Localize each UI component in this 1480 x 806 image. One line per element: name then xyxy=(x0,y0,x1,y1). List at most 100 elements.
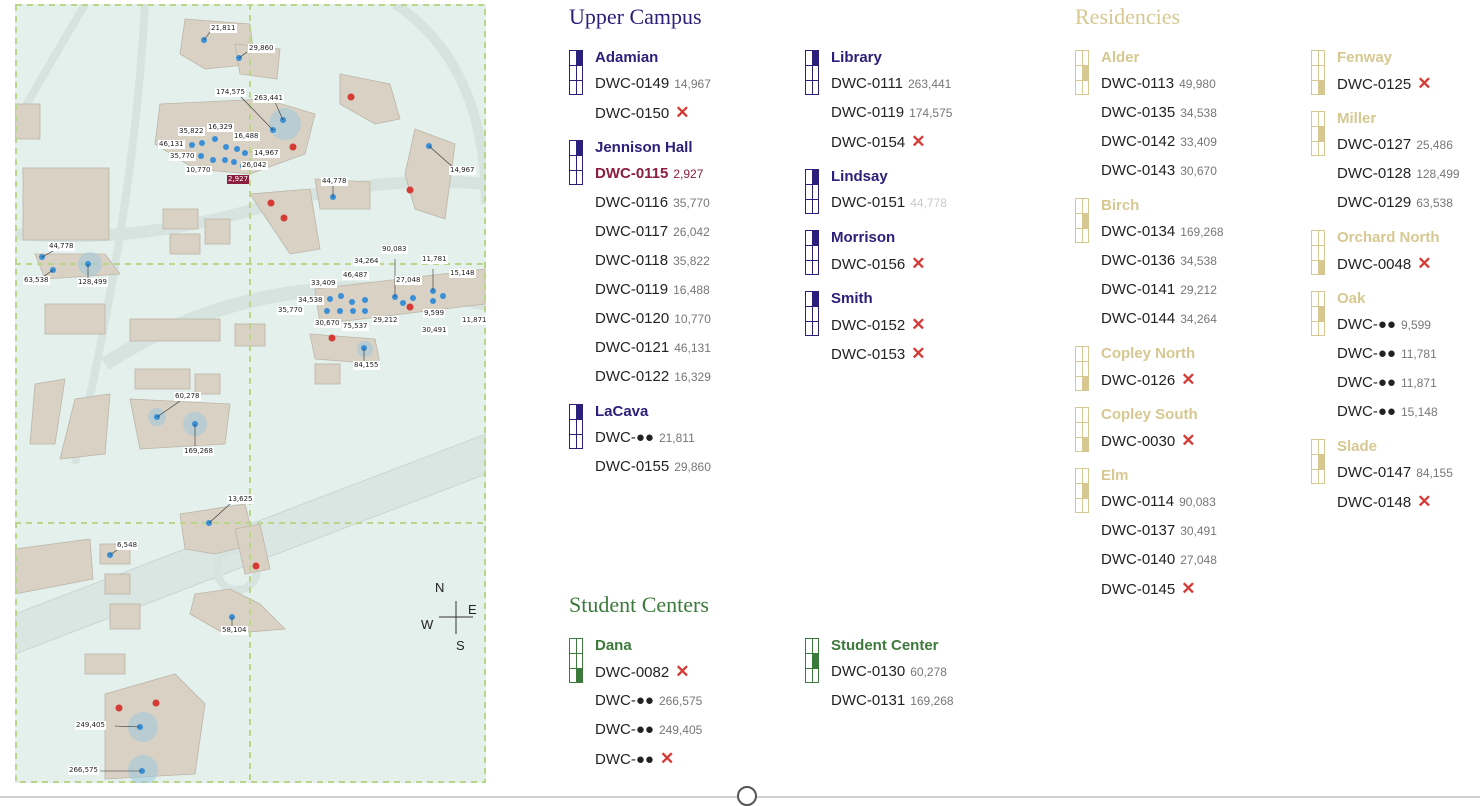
building-level-icon xyxy=(805,169,819,214)
camera-item[interactable]: DWC-0153 ✕ xyxy=(831,339,952,368)
image-count: 249,405 xyxy=(658,723,703,737)
camera-item[interactable]: DWC-0125 ✕ xyxy=(1337,69,1460,98)
camera-item[interactable]: DWC-0118 35,822 xyxy=(595,246,711,275)
building-name[interactable]: Miller xyxy=(1337,110,1460,130)
camera-item[interactable]: DWC-0151 44,778 xyxy=(831,188,952,217)
building-name[interactable]: Adamian xyxy=(595,49,711,69)
camera-code: DWC-0131 xyxy=(831,692,906,709)
image-count: 29,212 xyxy=(1180,283,1217,297)
camera-item[interactable]: DWC-0127 25,486 xyxy=(1337,130,1460,159)
camera-item[interactable]: DWC-0115 2,927 xyxy=(595,159,711,188)
map-label: 169,268 xyxy=(183,447,214,456)
camera-item[interactable]: DWC-0119 16,488 xyxy=(595,275,711,304)
building-name[interactable]: Morrison xyxy=(831,229,952,249)
camera-item[interactable]: DWC-●● 21,811 xyxy=(595,423,711,452)
camera-item[interactable]: DWC-0120 10,770 xyxy=(595,304,711,333)
image-count: 63,538 xyxy=(1416,196,1453,210)
student-centers-col-1: Dana DWC-0082 ✕ DWC-●● 266,575 DWC-●● 249,405 D… xyxy=(569,637,702,785)
camera-item[interactable]: DWC-●● 15,148 xyxy=(1337,397,1460,426)
camera-item[interactable]: DWC-●● 11,781 xyxy=(1337,339,1460,368)
camera-item[interactable]: DWC-0128 128,499 xyxy=(1337,159,1460,188)
camera-code: DWC-0111 xyxy=(831,75,903,92)
building-name[interactable]: Copley North xyxy=(1101,345,1224,365)
camera-item[interactable]: DWC-0152 ✕ xyxy=(831,310,952,339)
camera-item[interactable]: DWC-0082 ✕ xyxy=(595,657,702,686)
building-level-icon xyxy=(1311,291,1325,336)
camera-item[interactable]: DWC-0155 29,860 xyxy=(595,452,711,481)
image-count: 169,268 xyxy=(1180,225,1224,239)
camera-item[interactable]: DWC-0135 34,538 xyxy=(1101,98,1224,127)
camera-code: DWC-0144 xyxy=(1101,310,1176,327)
image-count: 266,575 xyxy=(658,694,703,708)
building-name[interactable]: Copley South xyxy=(1101,406,1224,426)
camera-code: DWC-0129 xyxy=(1337,194,1412,211)
map-label: 35,770 xyxy=(169,152,196,161)
camera-item[interactable]: DWC-0147 84,155 xyxy=(1337,458,1460,487)
building-name[interactable]: Orchard North xyxy=(1337,229,1460,249)
image-count: 34,538 xyxy=(1180,254,1217,268)
camera-item[interactable]: DWC-0130 60,278 xyxy=(831,657,954,686)
camera-item[interactable]: DWC-0148 ✕ xyxy=(1337,487,1460,516)
camera-item[interactable]: DWC-0141 29,212 xyxy=(1101,275,1224,304)
building-name[interactable]: LaCava xyxy=(595,403,711,423)
camera-item[interactable]: DWC-●● 9,599 xyxy=(1337,310,1460,339)
image-count: 9,599 xyxy=(1400,318,1431,332)
camera-code: DWC-0150 xyxy=(595,105,670,122)
map-label: 58,104 xyxy=(221,626,248,635)
map-label: 60,278 xyxy=(174,392,201,401)
camera-item[interactable]: DWC-0126 ✕ xyxy=(1101,365,1224,394)
camera-item[interactable]: DWC-0116 35,770 xyxy=(595,188,711,217)
camera-item[interactable]: DWC-0121 46,131 xyxy=(595,333,711,362)
camera-item[interactable]: DWC-0142 33,409 xyxy=(1101,127,1224,156)
camera-code: DWC-0119 xyxy=(831,104,905,121)
camera-item[interactable]: DWC-0122 16,329 xyxy=(595,362,711,391)
image-count: 174,575 xyxy=(909,106,953,120)
camera-item[interactable]: DWC-0150 ✕ xyxy=(595,98,711,127)
camera-item[interactable]: DWC-0114 90,083 xyxy=(1101,487,1224,516)
camera-item[interactable]: DWC-●● 11,871 xyxy=(1337,368,1460,397)
redacted-digits: ●● xyxy=(1377,316,1396,333)
image-count: 16,329 xyxy=(674,370,711,384)
camera-item[interactable]: DWC-0156 ✕ xyxy=(831,249,952,278)
camera-item[interactable]: DWC-0144 34,264 xyxy=(1101,304,1224,333)
camera-item[interactable]: DWC-0154 ✕ xyxy=(831,127,952,156)
building-name[interactable]: Lindsay xyxy=(831,168,952,188)
building-name[interactable]: Fenway xyxy=(1337,49,1460,69)
camera-item[interactable]: DWC-0145 ✕ xyxy=(1101,574,1224,603)
building-group: Dana DWC-0082 ✕ DWC-●● 266,575 DWC-●● 249,405 D… xyxy=(569,637,702,773)
building-name[interactable]: Student Center xyxy=(831,637,954,657)
building-name[interactable]: Jennison Hall xyxy=(595,139,711,159)
map-label: 35,822 xyxy=(178,127,205,136)
building-name[interactable]: Elm xyxy=(1101,467,1224,487)
camera-item[interactable]: DWC-●● ✕ xyxy=(595,744,702,773)
camera-item[interactable]: DWC-●● 266,575 xyxy=(595,686,702,715)
building-name[interactable]: Oak xyxy=(1337,290,1460,310)
scroll-handle[interactable] xyxy=(737,786,757,806)
offline-x-icon: ✕ xyxy=(1181,431,1196,450)
camera-item[interactable]: DWC-0048 ✕ xyxy=(1337,249,1460,278)
building-name[interactable]: Smith xyxy=(831,290,952,310)
building-name[interactable]: Dana xyxy=(595,637,702,657)
offline-x-icon: ✕ xyxy=(911,344,926,363)
camera-item[interactable]: DWC-0111 263,441 xyxy=(831,69,952,98)
building-name[interactable]: Slade xyxy=(1337,438,1460,458)
camera-item[interactable]: DWC-0131 169,268 xyxy=(831,686,954,715)
building-name[interactable]: Birch xyxy=(1101,197,1224,217)
camera-item[interactable]: DWC-0136 34,538 xyxy=(1101,246,1224,275)
camera-item[interactable]: DWC-0030 ✕ xyxy=(1101,426,1224,455)
camera-item[interactable]: DWC-0134 169,268 xyxy=(1101,217,1224,246)
image-count: 44,778 xyxy=(910,196,947,210)
camera-item[interactable]: DWC-0140 27,048 xyxy=(1101,545,1224,574)
camera-item[interactable]: DWC-0143 30,670 xyxy=(1101,156,1224,185)
camera-item[interactable]: DWC-0137 30,491 xyxy=(1101,516,1224,545)
building-name[interactable]: Library xyxy=(831,49,952,69)
camera-item[interactable]: DWC-0119 174,575 xyxy=(831,98,952,127)
building-group: LaCava DWC-●● 21,811 DWC-0155 29,860 xyxy=(569,403,711,481)
camera-item[interactable]: DWC-0113 49,980 xyxy=(1101,69,1224,98)
camera-item[interactable]: DWC-●● 249,405 xyxy=(595,715,702,744)
campus-map[interactable]: 21,811 29,860 174,575 263,441 16,329 35,822 16… xyxy=(15,4,486,783)
camera-item[interactable]: DWC-0129 63,538 xyxy=(1337,188,1460,217)
camera-item[interactable]: DWC-0149 14,967 xyxy=(595,69,711,98)
building-name[interactable]: Alder xyxy=(1101,49,1224,69)
camera-item[interactable]: DWC-0117 26,042 xyxy=(595,217,711,246)
